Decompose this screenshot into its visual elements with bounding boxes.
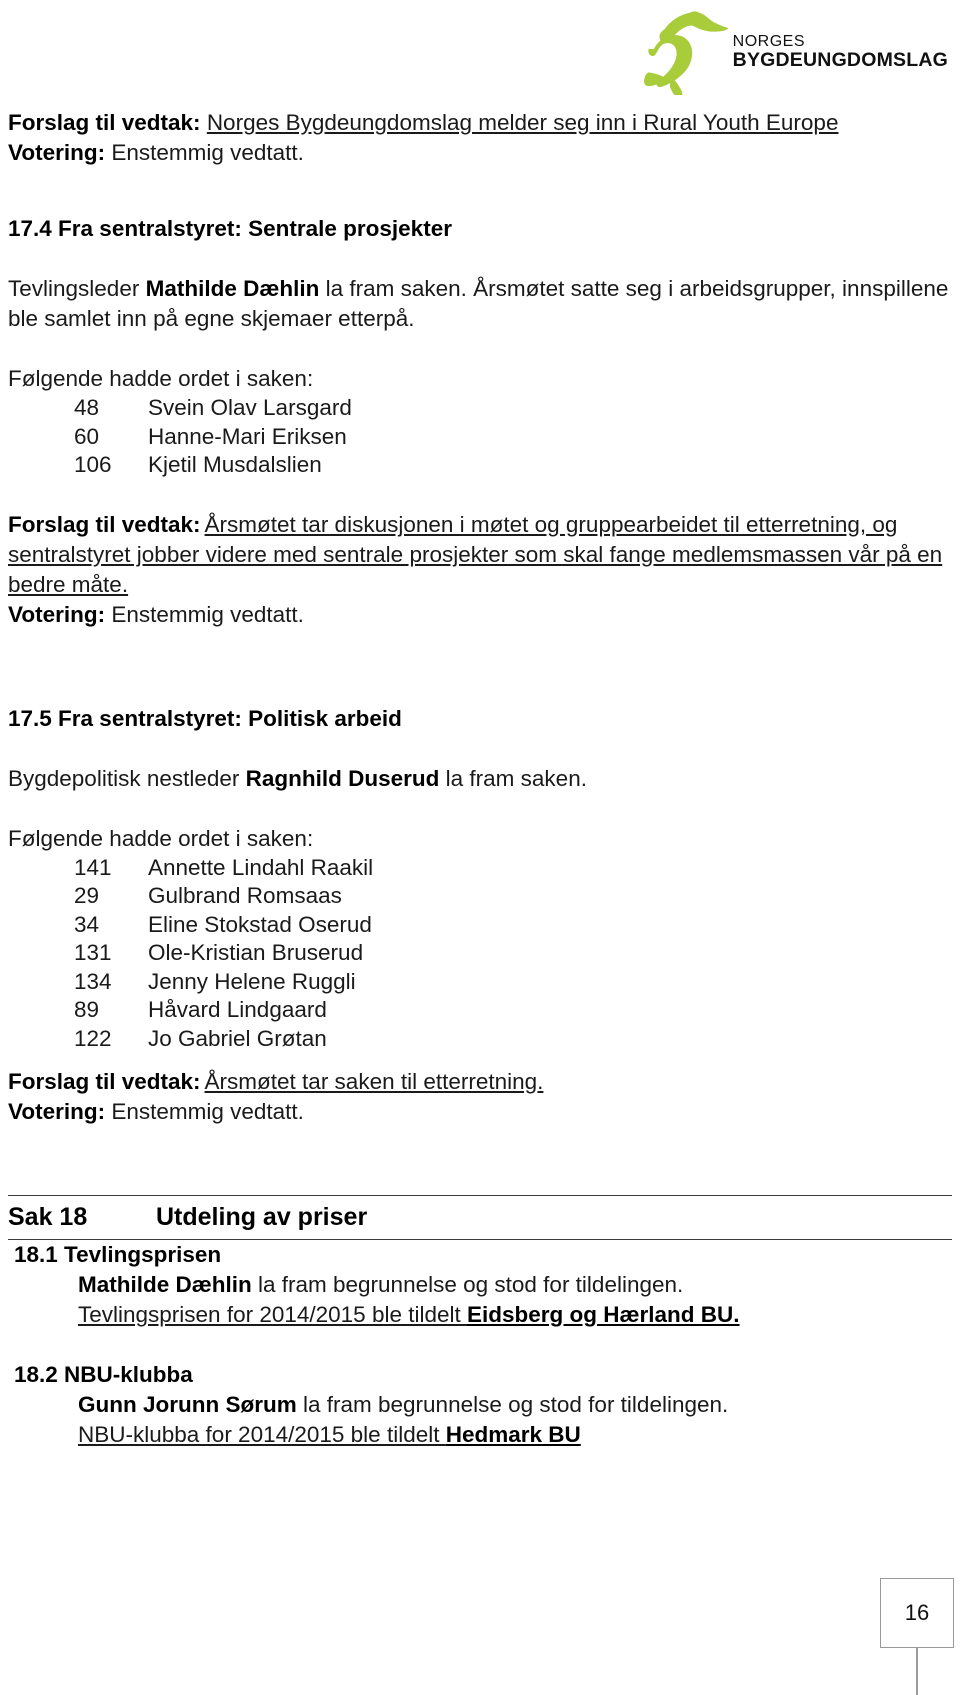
decision-17-5: Forslag til vedtak: Årsmøtet tar saken ti… (8, 1067, 952, 1097)
intro-17-5-name: Ragnhild Duserud (245, 765, 440, 791)
document-page: NORGES BYGDEUNGDOMSLAG Forslag til vedta… (0, 0, 960, 1695)
sak-18-banner: Sak 18 Utdeling av priser (8, 1195, 952, 1240)
page-number-box: 16 (880, 1578, 954, 1648)
intro-17-5-post: la fram saken. (439, 765, 587, 791)
page-number-tail-line (916, 1648, 918, 1695)
heading-18-1: 18.1 Tevlingsprisen (14, 1242, 222, 1267)
speaker-number: 89 (74, 997, 100, 1022)
list-item: 89 Håvard Lindgaard (8, 996, 952, 1025)
speaker-name: Hanne-Mari Eriksen (148, 423, 347, 449)
intro-17-4: Tevlingsleder Mathilde Dæhlin la fram sa… (8, 274, 952, 334)
list-item: 141 Annette Lindahl Raakil (8, 854, 952, 883)
line-18-1-b-pre: Tevlingsprisen for 2014/2015 ble tildelt (78, 1302, 467, 1327)
sak-18-title: Utdeling av priser (156, 1203, 368, 1231)
line-18-1-a: Mathilde Dæhlin la fram begrunnelse og s… (8, 1270, 952, 1300)
line-18-2-b-pre: NBU-klubba for 2014/2015 ble tildelt (78, 1422, 446, 1447)
list-item: 48 Svein Olav Larsgard (8, 394, 952, 423)
speaker-name: Kjetil Musdalslien (148, 452, 322, 477)
list-item: 134 Jenny Helene Ruggli (8, 968, 952, 997)
speaker-number: 106 (74, 452, 112, 477)
speaker-number: 48 (74, 395, 100, 420)
bygdeungdomslag-figure-icon (643, 11, 728, 95)
voting-17-4-text: Enstemmig vedtatt. (111, 601, 304, 627)
logo-line-2: BYGDEUNGDOMSLAG (732, 48, 948, 71)
speaker-name: Annette Lindahl Raakil (148, 854, 374, 880)
top-voting-line: Votering: Enstemmig vedtatt. (8, 138, 952, 168)
voting-17-5-text: Enstemmig vedtatt. (111, 1099, 304, 1124)
line-18-2-b-bold: Hedmark BU (445, 1422, 581, 1447)
speaker-number: 34 (74, 911, 100, 937)
speakers-label-17-5: Følgende hadde ordet i saken: (8, 825, 314, 851)
voting-17-4-label: Votering: (8, 601, 106, 627)
speaker-name: Ole-Kristian Bruserud (148, 940, 364, 965)
line-18-2-b: NBU-klubba for 2014/2015 ble tildelt Hed… (8, 1420, 952, 1450)
speaker-name: Håvard Lindgaard (148, 997, 327, 1022)
speaker-number: 29 (74, 883, 100, 908)
speaker-number: 131 (74, 940, 112, 965)
logo-line-1: NORGES (732, 32, 805, 50)
list-item: 34 Eline Stokstad Oserud (8, 911, 952, 940)
intro-17-4-pre: Tevlingsleder (8, 276, 146, 301)
top-decision-label: Forslag til vedtak: (8, 110, 201, 135)
speaker-name: Jenny Helene Ruggli (148, 968, 356, 994)
speaker-number: 60 (74, 423, 100, 449)
line-18-2-a-rest: la fram begrunnelse og stod for tildelin… (296, 1392, 729, 1417)
decision-17-4: Forslag til vedtak: Årsmøtet tar diskusjo… (8, 510, 952, 600)
line-18-2-a: Gunn Jorunn Sørum la fram begrunnelse og… (8, 1390, 952, 1420)
list-item: 60 Hanne-Mari Eriksen (8, 423, 952, 452)
heading-17-5: 17.5 Fra sentralstyret: Politisk arbeid (8, 705, 402, 731)
line-18-1-a-name: Mathilde Dæhlin (78, 1272, 252, 1297)
line-18-1-a-rest: la fram begrunnelse og stod for tildelin… (251, 1272, 684, 1297)
voting-17-5: Votering: Enstemmig vedtatt. (8, 1097, 952, 1127)
page-number: 16 (904, 1600, 930, 1625)
speaker-list-17-4: 48 Svein Olav Larsgard 60 Hanne-Mari Eri… (8, 394, 952, 480)
speaker-name: Svein Olav Larsgard (148, 395, 352, 420)
speaker-name: Gulbrand Romsaas (148, 883, 342, 908)
top-voting-label: Votering: (8, 140, 106, 165)
speaker-list-17-5: 141 Annette Lindahl Raakil 29 Gulbrand R… (8, 854, 952, 1054)
decision-17-5-text: Årsmøtet tar saken til etterretning. (204, 1069, 544, 1094)
intro-17-5-pre: Bygdepolitisk nestleder (8, 765, 246, 791)
intro-17-5: Bygdepolitisk nestleder Ragnhild Duserud… (8, 764, 952, 794)
decision-17-4-label: Forslag til vedtak: (8, 511, 201, 537)
sak-18-number: Sak 18 (8, 1203, 88, 1231)
speaker-number: 122 (74, 1025, 112, 1051)
heading-17-4: 17.4 Fra sentralstyret: Sentrale prosjek… (8, 216, 452, 241)
speaker-number: 134 (74, 968, 112, 994)
voting-17-4: Votering: Enstemmig vedtatt. (8, 600, 952, 630)
line-18-1-b: Tevlingsprisen for 2014/2015 ble tildelt… (8, 1300, 952, 1330)
speaker-name: Jo Gabriel Grøtan (148, 1025, 327, 1051)
list-item: 122 Jo Gabriel Grøtan (8, 1025, 952, 1054)
speaker-name: Eline Stokstad Oserud (148, 911, 372, 937)
voting-17-5-label: Votering: (8, 1099, 106, 1124)
intro-17-4-name: Mathilde Dæhlin (145, 276, 320, 301)
speakers-label-17-4: Følgende hadde ordet i saken: (8, 366, 314, 391)
heading-18-2: 18.2 NBU-klubba (14, 1362, 193, 1387)
document-body: Forslag til vedtak: Norges Bygdeungdomsl… (8, 108, 952, 1450)
top-decision-text: Norges Bygdeungdomslag melder seg inn i … (206, 110, 839, 135)
line-18-1-b-bold: Eidsberg og Hærland BU. (467, 1302, 740, 1327)
speaker-number: 141 (74, 854, 112, 880)
top-voting-text: Enstemmig vedtatt. (111, 140, 304, 165)
list-item: 106 Kjetil Musdalslien (8, 451, 952, 480)
organization-logo: NORGES BYGDEUNGDOMSLAG (643, 8, 948, 96)
list-item: 131 Ole-Kristian Bruserud (8, 939, 952, 968)
decision-17-5-label: Forslag til vedtak: (8, 1069, 201, 1094)
list-item: 29 Gulbrand Romsaas (8, 882, 952, 911)
top-decision-line: Forslag til vedtak: Norges Bygdeungdomsl… (8, 108, 952, 138)
line-18-2-a-name: Gunn Jorunn Sørum (78, 1392, 297, 1417)
